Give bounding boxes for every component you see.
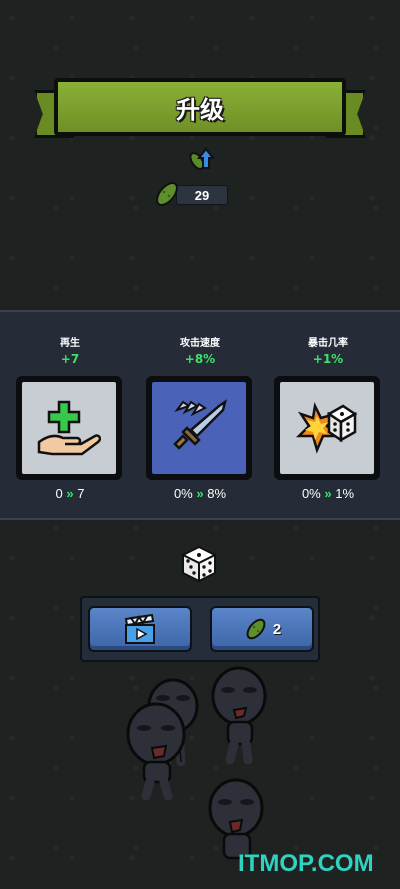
value-to: 1% [335,486,355,501]
upgrade-bonus: +1% [312,352,344,366]
value-to: 7 [77,486,85,501]
reroll-panel: 2 [80,596,320,662]
pickle-upgrade-icon [189,147,214,170]
banner-main: 升级 [54,78,346,136]
arrow-icon: » [66,486,74,501]
watermark: ITMOP.COM [238,850,374,877]
upgrade-name: 暴击几率 [308,338,348,349]
pickle-counter: 29 [152,180,228,206]
watch-video-reroll-button[interactable] [88,606,192,652]
page-title: 升级 [176,95,224,124]
zombie-sprite [211,666,267,764]
crit-dice-icon [295,402,358,454]
pickle-count: 29 [176,185,228,205]
value-from: 0% [173,486,193,501]
upgrade-options-panel: 再生 +7 0 » 7 攻击速度 +8% 0% » 8% 暴击几率 +1% 0%… [0,310,400,520]
upgrade-frame[interactable] [274,376,380,480]
pickle-icon [156,182,178,206]
pickle-icon [246,618,266,640]
value-to: 8% [207,486,227,501]
sword-icon [173,399,227,450]
upgrade-values: 0% » 1% [274,486,382,501]
dice-icon [180,545,218,583]
arrow-icon: » [324,486,332,501]
upgrade-name: 攻击速度 [180,338,220,349]
upgrade-name: 再生 [60,338,80,349]
arrow-icon: » [196,486,204,501]
upgrade-values: 0 » 7 [16,486,124,501]
healing-hand-icon [37,400,101,456]
upgrade-bonus: +7 [60,352,80,366]
clapperboard-icon [124,613,155,644]
title-banner: 升级 [34,78,366,142]
upgrade-values: 0% » 8% [146,486,254,501]
value-from: 0% [301,486,321,501]
pickle-reroll-button[interactable]: 2 [210,606,314,652]
upgrade-frame[interactable] [16,376,122,480]
upgrade-frame[interactable] [146,376,252,480]
upgrade-bonus: +8% [184,352,216,366]
reroll-cost: 2 [272,620,282,638]
zombie-sprite [126,702,186,800]
value-from: 0 [55,486,63,501]
